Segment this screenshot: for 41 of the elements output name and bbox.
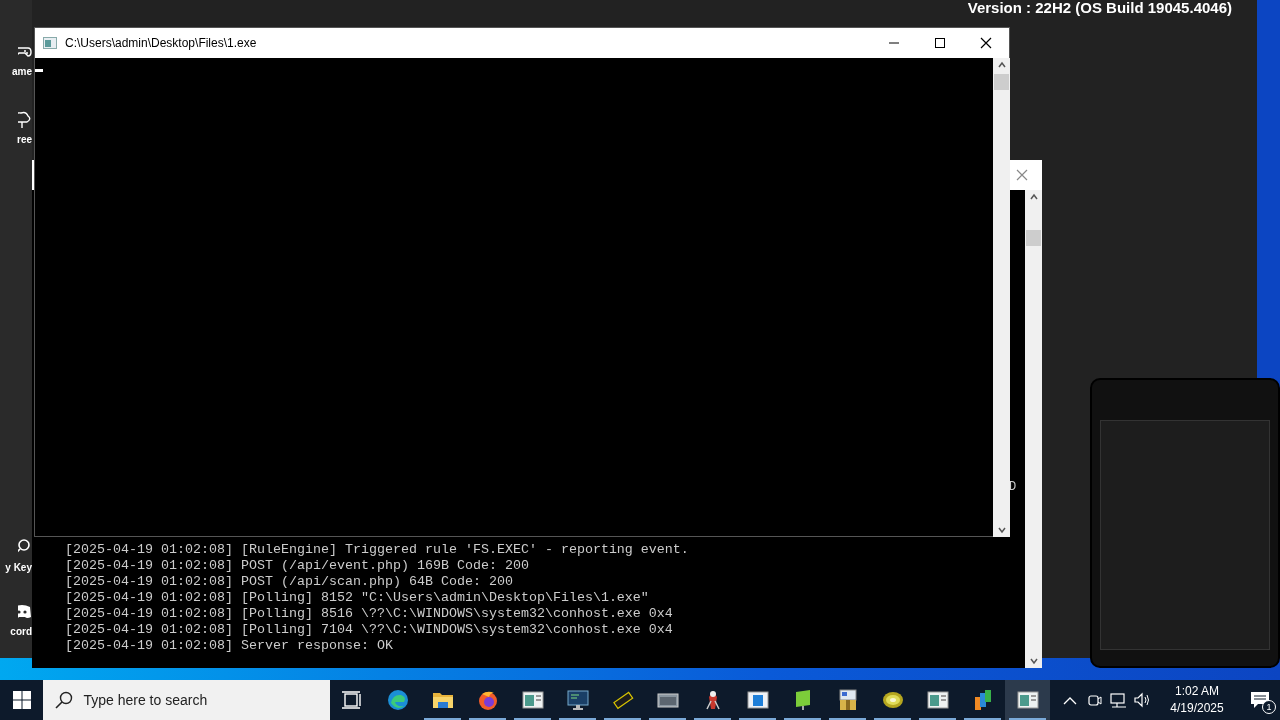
log-line: [2025-04-19 01:02:08] [Polling] 8152 "C:\Users\admin\Desktop\Files\1.exe" <box>65 590 649 606</box>
maximize-icon <box>934 37 946 49</box>
console-text: D <box>1009 479 1017 496</box>
browser-icon <box>386 689 409 711</box>
window-icon <box>746 689 769 711</box>
log-line: [2025-04-19 01:02:08] [RuleEngine] Triggered rule 'FS.EXEC' - reporting event. <box>65 542 689 558</box>
windows-icon <box>12 691 31 709</box>
sidebar-label[interactable]: ame <box>12 66 32 78</box>
log-line: [2025-04-19 01:02:08] [Polling] 8516 \??\C:\WINDOWS\system32\conhost.exe 0x4 <box>65 606 673 622</box>
close-icon[interactable] <box>1016 169 1028 181</box>
sidebar-label[interactable]: cord <box>10 626 32 638</box>
scrollbar[interactable] <box>993 58 1010 537</box>
sidebar-label[interactable]: y Key <box>5 562 32 574</box>
monitor-icon <box>566 689 589 711</box>
browser-icon <box>476 689 499 711</box>
log-line: [2025-04-19 01:02:08] Server response: OK <box>65 638 393 654</box>
installer-icon <box>836 689 859 711</box>
window-icon <box>521 689 544 711</box>
task-view-icon <box>341 691 362 709</box>
text-cursor <box>35 69 43 72</box>
clock[interactable]: 1:02 AM 4/19/2025 <box>1154 683 1240 717</box>
log-line: [2025-04-19 01:02:08] POST (/api/event.php) 169B Code: 200 <box>65 558 529 574</box>
kiwi-icon <box>881 689 904 711</box>
scrollbar[interactable] <box>1025 190 1042 668</box>
notification-button[interactable]: 1 <box>1240 680 1280 720</box>
scroll-thumb[interactable] <box>1026 230 1041 246</box>
window-icon <box>926 689 949 711</box>
search-icon <box>55 691 74 709</box>
log-line: [2025-04-19 01:02:08] POST (/api/scan.php) 64B Code: 200 <box>65 574 513 590</box>
log-line: [2025-04-19 01:02:08] [Polling] 7104 \??\C:\WINDOWS\system32\conhost.exe 0x4 <box>65 622 673 638</box>
volume-icon[interactable] <box>1133 691 1151 709</box>
console-icon <box>43 37 57 49</box>
window-title: C:\Users\admin\Desktop\Files\1.exe <box>65 35 257 52</box>
window-icon <box>1016 689 1039 711</box>
sidebar-label[interactable]: ree <box>17 134 32 146</box>
notification-count: 1 <box>1262 700 1276 714</box>
taskbar-app[interactable] <box>1005 680 1050 720</box>
close-icon <box>980 37 992 49</box>
scroll-thumb[interactable] <box>994 74 1009 90</box>
network-icon[interactable] <box>1109 691 1127 709</box>
version-text: Version : 22H2 (OS Build 19045.4046) <box>967 0 1232 16</box>
